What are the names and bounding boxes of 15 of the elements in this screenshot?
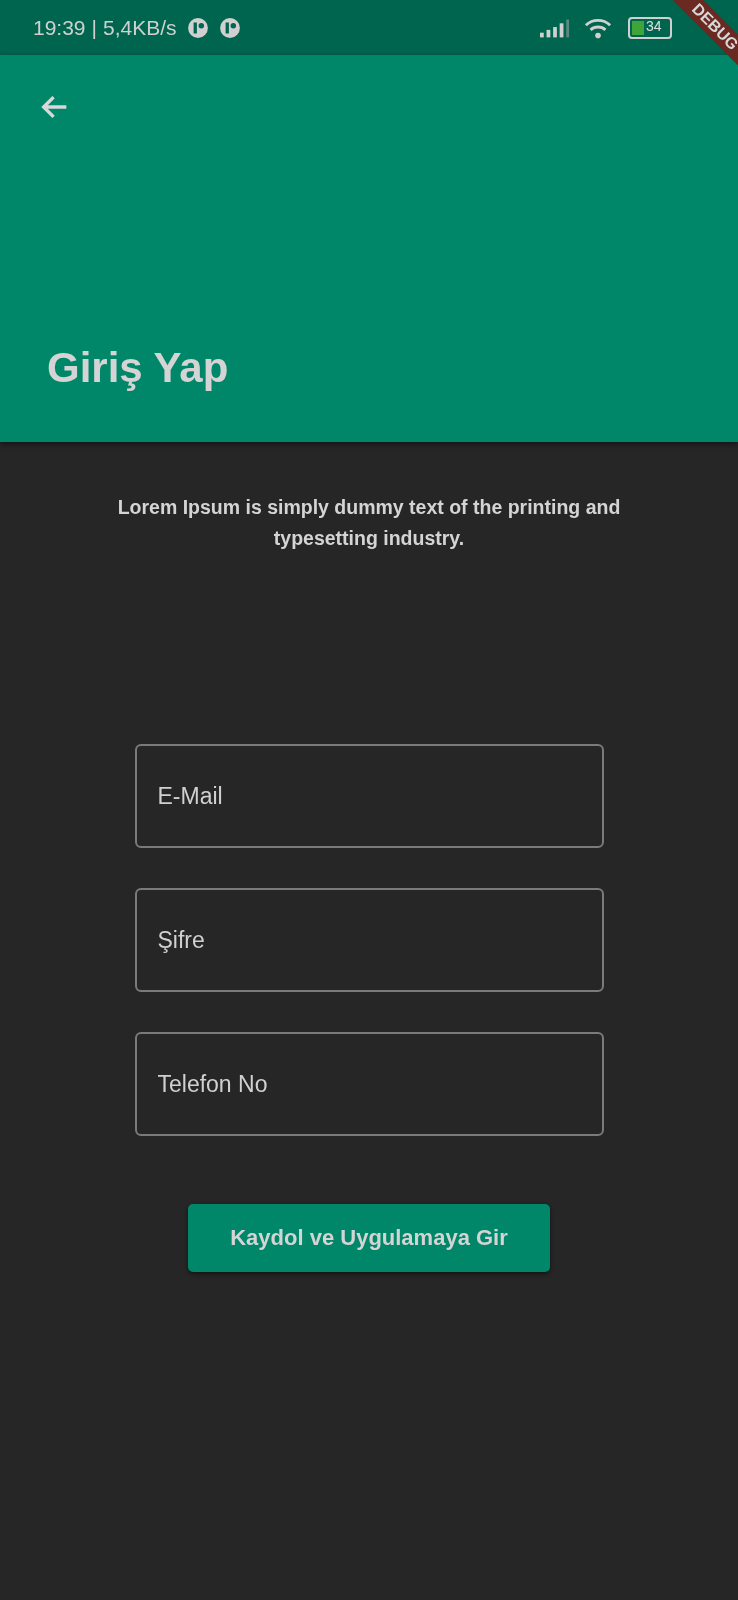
network-speed: 5,4KB/s: [103, 15, 177, 40]
battery-fill: [632, 20, 644, 35]
page-title: Giriş Yap: [47, 344, 230, 392]
input-field[interactable]: E-Mail: [134, 744, 604, 848]
wifi-icon: [584, 16, 612, 39]
notification-icon: [218, 16, 241, 39]
battery-level: 34: [646, 17, 662, 34]
intro-text: Lorem Ipsum is simply dummy text of the printing and typesetting industry.: [116, 495, 622, 551]
signal-icon: [540, 17, 570, 38]
submit-button[interactable]: Kaydol ve Uygulamaya Gir: [188, 1204, 550, 1272]
input-field[interactable]: Telefon No: [134, 1032, 604, 1136]
input-field[interactable]: Şifre: [134, 888, 604, 992]
notification-icon: [186, 16, 209, 39]
clock: 19:39: [33, 15, 86, 40]
separator: |: [91, 15, 98, 40]
